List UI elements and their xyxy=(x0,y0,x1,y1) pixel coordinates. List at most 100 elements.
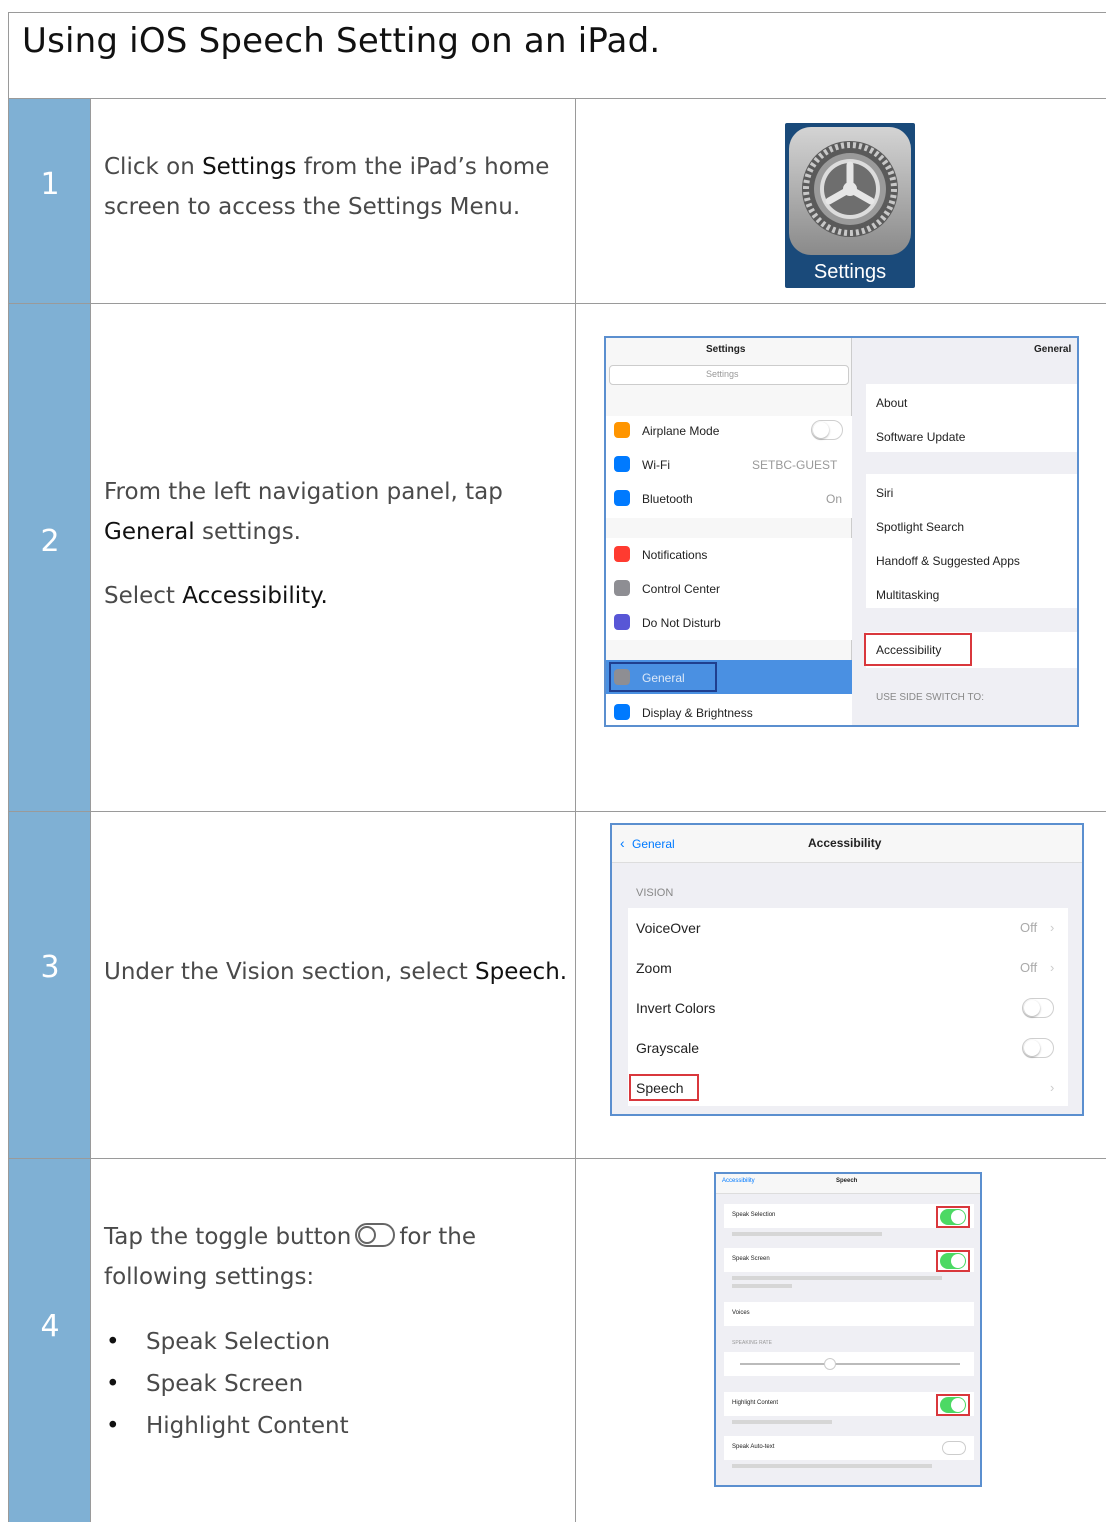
list-item-label[interactable]: Speak Selection xyxy=(732,1212,775,1218)
step-3-line: Under the Vision section, select Speech. xyxy=(104,959,568,985)
footnote-line xyxy=(732,1276,942,1280)
moon-icon xyxy=(614,614,630,630)
step-number-cell: 4 xyxy=(9,1159,91,1522)
speech-screenshot: Accessibility Speech Speak Selection Spe… xyxy=(714,1172,982,1487)
right-item-label: About xyxy=(876,396,908,410)
grayscale-toggle[interactable] xyxy=(1022,1038,1054,1058)
step-text-cell: Under the Vision section, select Speech. xyxy=(92,812,576,1158)
speak-selection-toggle[interactable] xyxy=(940,1209,966,1225)
left-pane-title: Settings xyxy=(706,344,746,355)
voices-row[interactable] xyxy=(724,1302,974,1326)
footnote-line xyxy=(732,1420,832,1424)
footnote-line xyxy=(732,1232,882,1236)
highlight-content-toggle[interactable] xyxy=(940,1397,966,1413)
step-2-line-1: From the left navigation panel, tap xyxy=(104,479,503,505)
rate-slider[interactable] xyxy=(740,1363,960,1365)
instruction-document: Using iOS Speech Setting on an iPad. 1 C… xyxy=(8,12,1106,1522)
title-row: Using iOS Speech Setting on an iPad. xyxy=(9,13,1106,99)
toggle-icon xyxy=(355,1223,396,1247)
gear-icon xyxy=(789,127,911,255)
right-pane-title: General xyxy=(1034,344,1072,355)
step-4-line-2: following settings: xyxy=(104,1264,315,1290)
step-image-cell: Accessibility Speech Speak Selection Spe… xyxy=(576,1159,1106,1522)
step-number-cell: 3 xyxy=(9,812,91,1158)
step-text-cell: From the left navigation panel, tap Gene… xyxy=(92,304,576,811)
right-item-label: Multitasking xyxy=(876,588,940,602)
step-number-cell: 1 xyxy=(9,99,91,303)
list-item-label[interactable]: Grayscale xyxy=(636,1040,699,1056)
step-2-line-2: General settings. xyxy=(104,519,301,545)
step-row-4: 4 Tap the toggle button for the following… xyxy=(9,1159,1106,1522)
left-item-label: Do Not Disturb xyxy=(642,616,721,630)
airplane-icon xyxy=(614,422,630,438)
chevron-right-icon: › xyxy=(1050,960,1055,975)
right-section-header: USE SIDE SWITCH TO: xyxy=(876,692,984,703)
wifi-value: SETBC-GUEST xyxy=(752,458,838,472)
list-item-label[interactable]: Voices xyxy=(732,1310,750,1316)
bullet-item: • Speak Selection xyxy=(106,1329,331,1355)
step-image-cell: Settings xyxy=(576,99,1106,303)
step-1-line-1: Click on Settings from the iPad’s home xyxy=(104,154,550,180)
right-item-label: Siri xyxy=(876,486,894,500)
search-input[interactable]: Settings xyxy=(609,365,849,385)
accessibility-bold: Accessibility. xyxy=(182,583,328,609)
list-item-label[interactable]: Highlight Content xyxy=(732,1400,778,1406)
step-image-cell: ‹ General Accessibility VISION VoiceOver… xyxy=(576,812,1106,1158)
step-row-1: 1 Click on Settings from the iPad’s home… xyxy=(9,99,1106,304)
list-item-label[interactable]: Speak Auto-text xyxy=(732,1444,774,1450)
list-item-label[interactable]: Speak Screen xyxy=(732,1256,770,1262)
speech-bold: Speech. xyxy=(475,959,568,985)
chevron-right-icon: › xyxy=(1050,920,1055,935)
left-item-label: General xyxy=(642,671,685,685)
bullet-item: • Highlight Content xyxy=(106,1413,349,1439)
control-center-icon xyxy=(614,580,630,596)
bullet-icon: • xyxy=(106,1329,120,1355)
gear-icon xyxy=(614,669,630,685)
settings-bold: Settings xyxy=(202,154,297,180)
step-number: 2 xyxy=(40,524,60,559)
step-1-line-2: screen to access the Settings Menu. xyxy=(104,194,521,220)
bluetooth-icon xyxy=(614,490,630,506)
step-number: 1 xyxy=(40,167,60,202)
step-text-cell: Tap the toggle button for the following s… xyxy=(92,1159,576,1522)
list-item-label[interactable]: Zoom xyxy=(636,960,672,976)
list-item-value: Off xyxy=(1020,960,1038,975)
section-header: SPEAKING RATE xyxy=(732,1340,772,1346)
back-chevron-icon[interactable]: ‹ xyxy=(620,835,625,851)
bullet-item: • Speak Screen xyxy=(106,1371,304,1397)
display-icon xyxy=(614,704,630,720)
bluetooth-value: On xyxy=(826,492,843,506)
list-item-label[interactable]: VoiceOver xyxy=(636,920,701,936)
right-item-accessibility[interactable]: Accessibility xyxy=(876,643,941,657)
search-placeholder: Settings xyxy=(706,369,739,379)
notifications-icon xyxy=(614,546,630,562)
page-title: Accessibility xyxy=(808,836,882,850)
document-title: Using iOS Speech Setting on an iPad. xyxy=(22,21,661,61)
step-number: 3 xyxy=(40,950,60,985)
speak-screen-toggle[interactable] xyxy=(940,1253,966,1269)
list-item-label[interactable]: Invert Colors xyxy=(636,1000,715,1016)
accessibility-screenshot: ‹ General Accessibility VISION VoiceOver… xyxy=(610,823,1084,1116)
left-item-label: Display & Brightness xyxy=(642,706,753,720)
footnote-line xyxy=(732,1464,932,1468)
step-text-cell: Click on Settings from the iPad’s home s… xyxy=(92,99,576,303)
left-item-label: Airplane Mode xyxy=(642,424,720,438)
slider-thumb[interactable] xyxy=(824,1358,836,1370)
list-item-value: Off xyxy=(1020,920,1038,935)
step-number-cell: 2 xyxy=(9,304,91,811)
right-item-label: Software Update xyxy=(876,430,966,444)
settings-icon-label: Settings xyxy=(813,261,887,283)
back-button[interactable]: General xyxy=(632,837,675,851)
step-image-cell: Settings Settings Airplane Mode Wi-Fi SE… xyxy=(576,304,1106,811)
left-item-label: Control Center xyxy=(642,582,721,596)
back-button[interactable]: Accessibility xyxy=(722,1178,755,1184)
left-item-label: Bluetooth xyxy=(642,492,693,506)
invert-colors-toggle[interactable] xyxy=(1022,998,1054,1018)
airplane-toggle[interactable] xyxy=(811,420,843,440)
left-item-label: Notifications xyxy=(642,548,708,562)
general-bold: General xyxy=(104,519,195,545)
wifi-icon xyxy=(614,456,630,472)
speak-auto-text-toggle[interactable] xyxy=(942,1441,966,1455)
list-item-speech[interactable]: Speech xyxy=(636,1080,683,1096)
right-item-label: Handoff & Suggested Apps xyxy=(876,554,1020,568)
